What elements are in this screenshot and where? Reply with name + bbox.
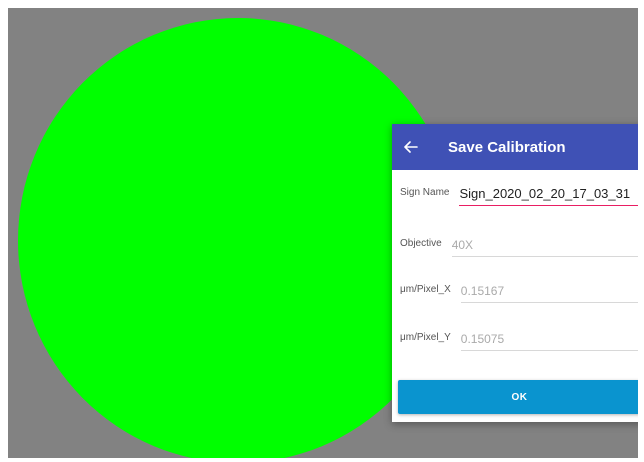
ok-button[interactable]: OK (398, 380, 638, 414)
sign-name-label: Sign Name (400, 187, 450, 198)
pixel-y-label: μm/Pixel_Y (400, 332, 451, 343)
objective-label: Objective (400, 238, 442, 249)
pixel-x-row: μm/Pixel_X (400, 284, 638, 303)
dialog-header: Save Calibration (392, 124, 638, 170)
sign-name-input[interactable] (459, 186, 638, 206)
pixel-x-label: μm/Pixel_X (400, 284, 451, 295)
dialog-title: Save Calibration (448, 138, 566, 156)
pixel-x-input[interactable] (460, 284, 638, 303)
pixel-y-row: μm/Pixel_Y (400, 332, 638, 351)
objective-input[interactable] (451, 238, 638, 257)
arrow-left-icon[interactable] (404, 124, 440, 170)
save-calibration-dialog: Save Calibration Sign Name Objective μm/… (392, 124, 638, 422)
pixel-y-input[interactable] (460, 332, 638, 351)
sign-name-row: Sign Name (400, 186, 638, 206)
objective-row: Objective (400, 238, 638, 257)
camera-view: Save Calibration Sign Name Objective μm/… (8, 8, 638, 458)
